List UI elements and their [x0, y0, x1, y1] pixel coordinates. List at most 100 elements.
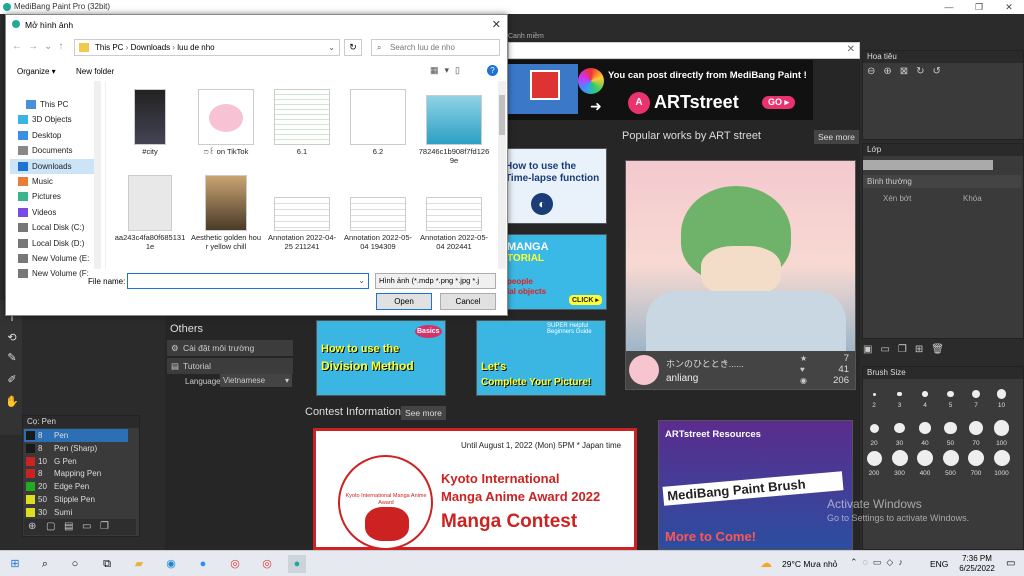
file-item[interactable]: ෆ꒰ on TikTok	[190, 87, 262, 156]
clock-time[interactable]: 7:36 PM	[957, 554, 997, 563]
input-language[interactable]: ENG	[930, 559, 948, 569]
nav-item[interactable]: Music	[10, 174, 98, 189]
nav-arrows[interactable]: ←→⌄↑	[12, 41, 69, 52]
tutorial-timelapse-card[interactable]: How to use the Time-lapse function ◐	[500, 148, 607, 224]
cortana-icon[interactable]: ○	[66, 555, 84, 573]
brush-size-dot[interactable]	[872, 392, 876, 396]
task-view-icon[interactable]: ⧉	[98, 555, 116, 573]
brush-size-dot[interactable]	[968, 450, 984, 466]
file-scrollbar[interactable]	[498, 81, 506, 269]
open-button[interactable]: Open	[376, 293, 432, 310]
address-bar[interactable]: This PC › Downloads › luu de nho ⌄	[74, 39, 340, 56]
brush-size-dot[interactable]	[996, 389, 1007, 399]
refresh-button[interactable]: ↻	[344, 39, 362, 56]
file-type-select[interactable]: Hình ảnh (*.mdp *.png *.jpg *.j	[375, 273, 496, 289]
brush-size-dot[interactable]	[968, 420, 984, 436]
resources-card[interactable]: ARTstreet Resources MediBang Paint Brush…	[658, 420, 853, 550]
brush-size-dot[interactable]	[919, 422, 931, 434]
go-button[interactable]: GO ▸	[762, 96, 796, 109]
help-icon[interactable]: ?	[487, 65, 498, 76]
nav-item[interactable]: Pictures	[10, 189, 98, 204]
cancel-button[interactable]: Cancel	[440, 293, 496, 310]
tray-icons[interactable]: ⌃◌▭◇♪	[850, 557, 908, 568]
pen-item[interactable]: 10 G Pen	[24, 455, 128, 468]
tutorial-manga-card[interactable]: MANGA TORIAL people ial objects CLICK ▸	[500, 234, 607, 310]
brush-folder-icon[interactable]: ▭	[82, 521, 91, 532]
organize-button[interactable]: Organize ▾	[17, 67, 56, 76]
file-item[interactable]: 6.2	[342, 87, 414, 156]
file-scroll-thumb[interactable]	[499, 95, 505, 135]
brush-size-dot[interactable]	[869, 423, 879, 433]
chrome-icon[interactable]: ◎	[226, 555, 244, 573]
crumb-downloads[interactable]: Downloads	[131, 43, 171, 52]
file-item[interactable]: aa243c4fa80f6851311e	[114, 173, 186, 251]
nav-scrollbar[interactable]	[94, 81, 101, 269]
lasso-tool-icon[interactable]: ⟲	[4, 330, 20, 346]
brush-size-dot[interactable]	[922, 391, 928, 397]
pen-item[interactable]: 30 Sumi	[24, 506, 128, 519]
brush-size-dot[interactable]	[897, 391, 902, 397]
file-item[interactable]: Annotation 2022-04-25 211241	[266, 173, 338, 251]
file-item[interactable]: 6.1	[266, 87, 338, 156]
file-name-input[interactable]: ⌄	[127, 273, 369, 289]
nav-item[interactable]: Local Disk (C:)	[10, 220, 98, 235]
view-options[interactable]: ▦▾▯	[430, 65, 466, 76]
close-window-button[interactable]: ✕	[994, 0, 1024, 14]
windows-start-icon[interactable]: ⊞	[6, 555, 24, 573]
popular-work-card[interactable]: ホンのひととき...... anliang ★ ♥ ◉ 7 41 206	[625, 160, 856, 390]
brush-size-dot[interactable]	[942, 450, 959, 466]
crumb-folder[interactable]: luu de nho	[177, 43, 214, 52]
artstreet-promo-banner[interactable]: You can post directly from MediBang Pain…	[508, 60, 813, 120]
dialog-close-icon[interactable]: ✕	[492, 18, 501, 31]
nav-item[interactable]: Documents	[10, 143, 98, 158]
file-item[interactable]: Annotation 2022-05-04 202441	[418, 173, 490, 251]
file-item[interactable]: Annotation 2022-05-04 194309	[342, 173, 414, 251]
tut2-click-button[interactable]: CLICK ▸	[569, 295, 602, 305]
blend-mode-select[interactable]: Bình thường	[863, 175, 1021, 188]
pen-tool-icon[interactable]: ✐	[4, 372, 20, 388]
env-settings-button[interactable]: ⚙ Cài đặt môi trường	[167, 340, 293, 356]
navigator-tools[interactable]: ⊖⊕⊠↻↺	[867, 66, 949, 77]
new-folder-button[interactable]: New folder	[76, 67, 114, 76]
hand-tool-icon[interactable]: ✋	[4, 394, 20, 410]
contest-see-more-button[interactable]: See more	[401, 406, 446, 420]
brush-size-dot[interactable]	[993, 450, 1010, 466]
brush-size-dot[interactable]	[917, 450, 933, 466]
chrome-profile-icon[interactable]: ◎	[258, 555, 276, 573]
tutorial-complete-card[interactable]: SUPER Helpful Beginners Guide Let's Comp…	[476, 320, 606, 396]
nav-item[interactable]: Local Disk (D:)	[10, 236, 98, 251]
new-brush-icon[interactable]: ▢	[46, 521, 55, 532]
nav-item[interactable]: This PC	[10, 97, 98, 112]
brush-size-dot[interactable]	[891, 450, 908, 466]
author-avatar[interactable]	[629, 355, 659, 385]
brush-copy-icon[interactable]: ❐	[100, 521, 109, 532]
contest-card[interactable]: Until August 1, 2022 (Mon) 5PM * Japan t…	[313, 428, 637, 550]
layer-tools[interactable]: ▣▭❐⊞🗑	[863, 344, 1023, 358]
chevron-down-icon[interactable]: ⌄	[328, 40, 335, 55]
chevron-down-icon[interactable]: ⌄	[358, 274, 365, 288]
lock-checkbox-label[interactable]: Khóa	[963, 194, 982, 203]
maximize-button[interactable]: ❐	[964, 0, 994, 14]
protect-checkbox-label[interactable]: Xén bớt	[883, 194, 911, 203]
nav-item[interactable]: Desktop	[10, 128, 98, 143]
file-explorer-icon[interactable]: ▰	[130, 555, 148, 573]
file-item[interactable]: Aesthetic golden hour yellow chill	[190, 173, 262, 251]
search-icon[interactable]: ⌕	[36, 555, 54, 573]
file-item[interactable]: 78246c1b908f7fd1269e	[418, 87, 490, 165]
notifications-icon[interactable]: ▭	[1006, 558, 1015, 569]
brush-size-dot[interactable]	[866, 450, 882, 466]
edge-icon[interactable]: ◉	[162, 555, 180, 573]
pen-item[interactable]: 8 Pen	[24, 429, 128, 442]
brush-size-dot[interactable]	[993, 420, 1010, 436]
medibang-taskbar-icon[interactable]: ●	[288, 555, 306, 573]
pen-item[interactable]: 20 Edge Pen	[24, 480, 128, 493]
pen-item[interactable]: 8 Pen (Sharp)	[24, 442, 128, 455]
opacity-slider[interactable]	[863, 160, 993, 170]
language-select[interactable]: Vietnamese ▾	[220, 374, 292, 387]
brush-doc-icon[interactable]: ▤	[64, 521, 73, 532]
pen-item[interactable]: 8 Mapping Pen	[24, 467, 128, 480]
popular-see-more-button[interactable]: See more	[814, 130, 859, 144]
nav-item[interactable]: New Volume (F:	[10, 266, 98, 281]
add-brush-icon[interactable]: ⊕	[28, 521, 36, 532]
nav-item[interactable]: Downloads	[10, 158, 98, 174]
